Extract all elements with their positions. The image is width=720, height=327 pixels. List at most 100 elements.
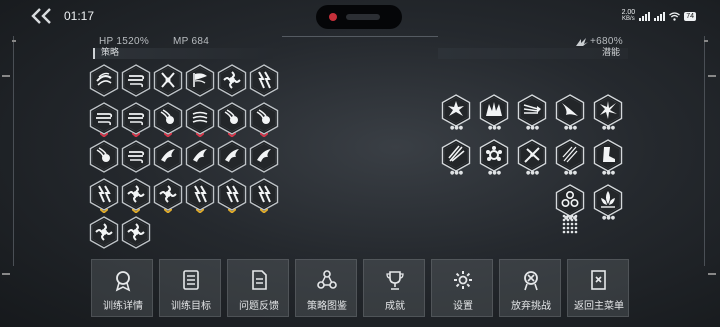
lightning-claw-icon[interactable] [89, 178, 119, 213]
potential-bonus: +680% [590, 36, 623, 47]
feather-spray-icon[interactable]: ●●● [441, 139, 471, 176]
crystal-crown-icon[interactable]: ●●● [479, 94, 509, 131]
shuriken-spin-icon[interactable] [217, 64, 247, 97]
network-speed: 2.00 KB/s [622, 9, 636, 22]
wind-gust-icon[interactable] [121, 64, 151, 97]
hp-stat: HP 1520% [99, 36, 150, 47]
wind-gust-lines-icon[interactable] [89, 102, 119, 137]
shuriken-spin-icon[interactable] [89, 216, 119, 249]
menu-button-forfeit[interactable]: 放弃挑战 [499, 259, 561, 317]
menu-button-label: 成就 [385, 301, 405, 312]
triangle-nodes-icon [317, 270, 337, 289]
shuriken-spin-icon[interactable] [153, 178, 183, 213]
menu-button-medal[interactable]: 训练详情 [91, 259, 153, 317]
clock-time: 01:17 [64, 9, 95, 23]
menu-button-label: 放弃挑战 [511, 301, 551, 312]
lightning-claw-icon[interactable] [249, 64, 279, 97]
cell-signal-2-icon [654, 11, 666, 21]
gold-rank-chevron-icon [132, 209, 140, 213]
lightning-claw-icon[interactable] [249, 178, 279, 213]
level-dots-icon: ●●● [450, 125, 464, 131]
flame-orb-icon[interactable] [249, 102, 279, 137]
level-dots-icon: ●●● [488, 125, 502, 131]
level-dots-icon: ●●● [602, 215, 616, 221]
red-rank-chevron-icon [132, 133, 140, 137]
blade-cross-icon[interactable]: ●●● [517, 139, 547, 176]
back-chevron-icon[interactable] [28, 7, 62, 25]
mp-stat: MP 684 [173, 36, 210, 47]
gold-rank-chevron-icon [100, 209, 108, 213]
gear-flower-icon[interactable]: ●●● [479, 139, 509, 176]
wind-gust-lines-icon[interactable] [121, 102, 151, 137]
medal-icon [115, 271, 131, 292]
menu-button-label: 设置 [453, 301, 473, 312]
scissor-cross-icon[interactable] [153, 64, 183, 97]
left-edge-mark-mid [2, 75, 10, 77]
wind-ripple-icon[interactable] [185, 102, 215, 137]
gold-rank-chevron-icon [228, 209, 236, 213]
level-lattice-icon [562, 214, 578, 234]
notch-pill [346, 14, 380, 20]
dash-boot-icon[interactable]: ●●● [593, 139, 623, 176]
menu-button-triangle-nodes[interactable]: 策略图鉴 [295, 259, 357, 317]
triple-orb-icon[interactable]: ●●● [555, 184, 585, 221]
camera-notch [316, 5, 402, 29]
menu-button-label: 训练详情 [103, 301, 143, 312]
gold-rank-chevron-icon [196, 209, 204, 213]
right-edge-mark-low [708, 273, 716, 275]
menu-button-label: 返回主菜单 [574, 301, 624, 312]
top-panel-divider [282, 30, 438, 37]
shuriken-spin-icon[interactable] [121, 178, 151, 213]
menu-button-exit-door[interactable]: 返回主菜单 [567, 259, 629, 317]
document-icon [252, 270, 267, 290]
gold-rank-chevron-icon [164, 209, 172, 213]
lightning-claw-icon[interactable] [217, 178, 247, 213]
wind-flag-icon[interactable] [185, 64, 215, 97]
bird-dive-icon[interactable]: ●●● [555, 94, 585, 131]
level-dots-icon: ●●● [526, 170, 540, 176]
menu-button-document[interactable]: 问题反馈 [227, 259, 289, 317]
forfeit-icon [524, 271, 538, 291]
strategy-section-header: 策略 [93, 48, 273, 59]
exit-door-icon [591, 270, 606, 290]
checklist-icon [183, 270, 199, 290]
left-edge-mark-top [12, 40, 16, 42]
lightning-claw-icon[interactable] [185, 178, 215, 213]
menu-button-label: 训练目标 [171, 301, 211, 312]
system-indicators: 2.00 KB/s 74 [622, 9, 696, 22]
level-dots-icon: ●●● [526, 125, 540, 131]
arrow-volley-icon[interactable]: ●●● [517, 94, 547, 131]
level-dots-icon: ●●● [564, 170, 578, 176]
lotus-flame-icon[interactable]: ●●● [593, 184, 623, 221]
impact-spark-icon[interactable]: ●●● [593, 94, 623, 131]
blade-wing-icon[interactable] [185, 140, 215, 173]
fireball-icon[interactable] [153, 102, 183, 137]
potential-wing-icon [576, 38, 588, 46]
fireball-drop-icon[interactable] [89, 140, 119, 173]
gold-rank-chevron-icon [260, 209, 268, 213]
red-rank-chevron-icon [228, 133, 236, 137]
left-frame-line [13, 36, 14, 266]
red-rank-chevron-icon [196, 133, 204, 137]
blade-wing-icon[interactable] [217, 140, 247, 173]
flame-orb-icon[interactable] [217, 102, 247, 137]
burst-star-icon[interactable]: ●●● [441, 94, 471, 131]
blade-wing-icon[interactable] [153, 140, 183, 173]
right-edge-mark-top [704, 40, 708, 42]
blade-wing-icon[interactable] [249, 140, 279, 173]
cell-signal-icon [639, 11, 651, 21]
level-dots-icon: ●●● [602, 125, 616, 131]
menu-button-checklist[interactable]: 训练目标 [159, 259, 221, 317]
network-speed-unit: KB/s [622, 16, 635, 22]
wind-gust-lines-icon[interactable] [121, 140, 151, 173]
right-frame-line [704, 36, 705, 266]
red-rank-chevron-icon [260, 133, 268, 137]
menu-button-gear[interactable]: 设置 [431, 259, 493, 317]
red-rank-chevron-icon [100, 133, 108, 137]
wind-swirl-icon[interactable] [89, 64, 119, 97]
battery-indicator: 74 [684, 11, 696, 21]
menu-button-trophy[interactable]: 成就 [363, 259, 425, 317]
shuriken-spin-icon[interactable] [121, 216, 151, 249]
triple-slash-icon[interactable]: ●●● [555, 139, 585, 176]
status-bar: 01:17 2.00 KB/s 74 [0, 0, 720, 34]
